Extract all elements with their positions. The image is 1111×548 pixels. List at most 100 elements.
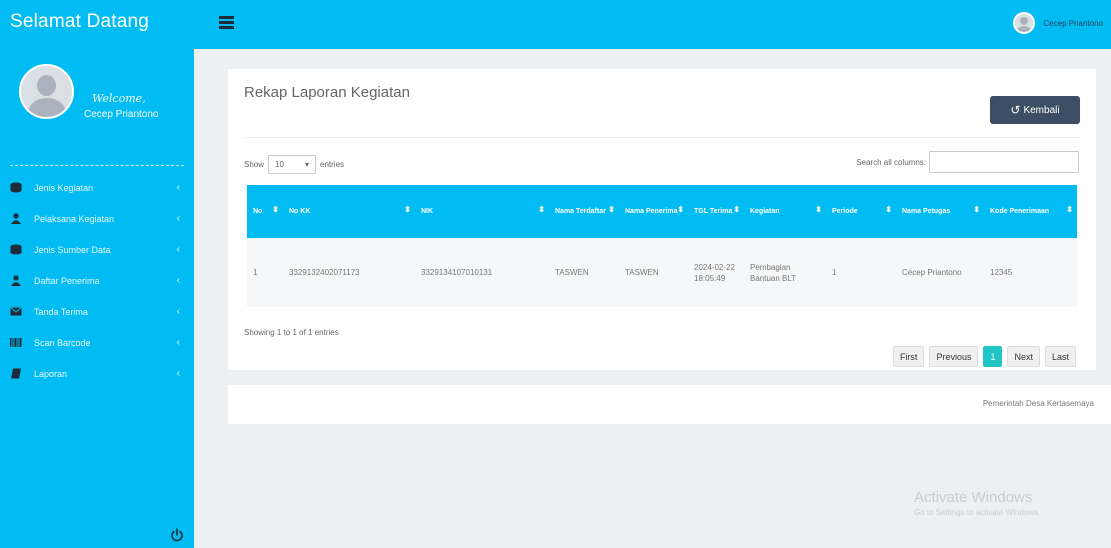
sidebar-profile: Welcome, Cecep Priantono bbox=[10, 56, 184, 166]
table-cell: 3329134107010131 bbox=[421, 268, 493, 277]
chevron-left-icon: ‹ bbox=[176, 182, 180, 193]
pagination: First Previous 1 Next Last bbox=[888, 346, 1076, 367]
table-row: 1 3329132402071173 3329134107010131 TASW… bbox=[247, 238, 1077, 307]
sort-icon: ⬍ bbox=[608, 205, 615, 214]
column-header[interactable]: Nama Penerima ⬍ bbox=[619, 185, 688, 238]
topbar: Cecep Priantono bbox=[194, 0, 1111, 49]
search-label: Search all columns: bbox=[856, 157, 926, 167]
entries-value: 10 bbox=[275, 160, 284, 169]
search-input[interactable] bbox=[929, 151, 1079, 173]
sidebar-item-label: Pelaksana Kegiatan bbox=[34, 213, 115, 224]
main-content: Rekap Laporan Kegiatan ↺ Kembali Show 10… bbox=[194, 49, 1111, 548]
chevron-left-icon: ‹ bbox=[176, 244, 180, 255]
database-icon bbox=[10, 182, 22, 193]
table-cell: 1 bbox=[253, 268, 258, 277]
report-panel: Rekap Laporan Kegiatan ↺ Kembali Show 10… bbox=[228, 69, 1096, 370]
table-cell: 12345 bbox=[990, 268, 1013, 277]
divider bbox=[244, 137, 1080, 138]
chevron-left-icon: ‹ bbox=[176, 368, 180, 379]
column-header[interactable]: Kode Penerimaan ⬍ bbox=[984, 185, 1077, 238]
sidebar-menu: Jenis Kegiatan ‹ Pelaksana Kegiatan ‹ Je… bbox=[0, 172, 194, 389]
barcode-icon bbox=[10, 337, 22, 348]
column-header[interactable]: Nama Terdaftar ⬍ bbox=[549, 185, 619, 238]
column-header[interactable]: Nama Petugas ⬍ bbox=[896, 185, 984, 238]
welcome-text: Welcome, bbox=[92, 92, 146, 105]
column-header[interactable]: No ⬍ bbox=[247, 185, 283, 238]
brand-title[interactable]: Selamat Datang bbox=[0, 0, 194, 56]
avatar bbox=[19, 64, 74, 119]
pagination-previous[interactable]: Previous bbox=[929, 346, 979, 367]
column-header[interactable]: Periode ⬍ bbox=[826, 185, 896, 238]
column-header[interactable]: Kegiatan ⬍ bbox=[744, 185, 826, 238]
table-cell: Pembagian Bantuan BLT bbox=[750, 262, 797, 283]
column-header[interactable]: NIK ⬍ bbox=[415, 185, 549, 238]
page-title: Rekap Laporan Kegiatan bbox=[244, 84, 410, 101]
search-control: Search all columns: bbox=[856, 151, 1079, 173]
database-icon bbox=[10, 244, 22, 255]
pagination-last[interactable]: Last bbox=[1044, 346, 1076, 367]
footer: Pemerintah Desa Kertasemaya bbox=[228, 385, 1111, 424]
sort-icon: ⬍ bbox=[677, 205, 684, 214]
chevron-down-icon: ▾ bbox=[305, 160, 310, 169]
power-icon[interactable] bbox=[170, 528, 184, 542]
sort-icon: ⬍ bbox=[885, 205, 892, 214]
sidebar-item-label: Jenis Kegiatan bbox=[34, 182, 94, 193]
user-menu[interactable]: Cecep Priantono bbox=[1013, 12, 1103, 34]
user-icon bbox=[10, 275, 22, 286]
envelope-icon bbox=[10, 306, 22, 317]
sort-icon: ⬍ bbox=[1066, 205, 1073, 214]
sort-icon: ⬍ bbox=[404, 205, 411, 214]
profile-username: Cecep Priantono bbox=[84, 109, 159, 120]
sidebar-item-pelaksana-kegiatan[interactable]: Pelaksana Kegiatan ‹ bbox=[0, 203, 194, 234]
column-header[interactable]: TGL Terima ⬍ bbox=[688, 185, 744, 238]
sidebar-item-label: Laporan bbox=[34, 368, 68, 379]
table-cell: Cecep Priantono bbox=[902, 268, 962, 277]
sidebar-item-tanda-terima[interactable]: Tanda Terima ‹ bbox=[0, 296, 194, 327]
table-cell: 1 bbox=[832, 268, 837, 277]
back-button-label: Kembali bbox=[1023, 104, 1060, 116]
pagination-current-page[interactable]: 1 bbox=[983, 346, 1003, 367]
pagination-first[interactable]: First bbox=[892, 346, 925, 367]
chevron-left-icon: ‹ bbox=[176, 306, 180, 317]
sort-icon: ⬍ bbox=[733, 205, 740, 214]
sidebar-item-laporan[interactable]: Laporan ‹ bbox=[0, 358, 194, 389]
pagination-next[interactable]: Next bbox=[1007, 346, 1040, 367]
user-name: Cecep Priantono bbox=[1043, 18, 1103, 28]
sidebar-item-label: Scan Barcode bbox=[34, 337, 91, 348]
sort-icon: ⬍ bbox=[973, 205, 980, 214]
table-cell: 3329132402071173 bbox=[289, 268, 360, 277]
sidebar-item-scan-barcode[interactable]: Scan Barcode ‹ bbox=[0, 327, 194, 358]
table-info: Showing 1 to 1 of 1 entries bbox=[244, 328, 339, 337]
chevron-left-icon: ‹ bbox=[176, 213, 180, 224]
avatar bbox=[1013, 12, 1036, 34]
user-icon bbox=[10, 213, 22, 224]
footer-text: Pemerintah Desa Kertasemaya bbox=[982, 399, 1094, 408]
table-cell: TASWEN bbox=[625, 268, 659, 277]
sidebar: Selamat Datang Welcome, Cecep Priantono … bbox=[0, 0, 194, 548]
watermark-subtitle: Go to Settings to activate Windows. bbox=[914, 508, 1041, 517]
column-header[interactable]: No KK ⬍ bbox=[283, 185, 415, 238]
entries-length-control: Show 10 ▾ entries bbox=[244, 155, 344, 174]
sidebar-item-jenis-sumber-data[interactable]: Jenis Sumber Data ‹ bbox=[0, 234, 194, 265]
table-header-row: No ⬍ No KK ⬍ NIK ⬍ Nama Terdaftar ⬍ Nama Pen… bbox=[247, 185, 1077, 238]
hamburger-menu-icon[interactable] bbox=[219, 16, 234, 29]
sidebar-item-label: Daftar Penerima bbox=[34, 275, 100, 286]
entries-select[interactable]: 10 ▾ bbox=[268, 155, 317, 174]
sidebar-item-daftar-penerima[interactable]: Daftar Penerima ‹ bbox=[0, 265, 194, 296]
show-label: Show bbox=[244, 160, 265, 169]
chevron-left-icon: ‹ bbox=[176, 275, 180, 286]
chevron-left-icon: ‹ bbox=[176, 337, 180, 348]
sidebar-item-label: Tanda Terima bbox=[34, 306, 88, 317]
sort-icon: ⬍ bbox=[272, 205, 279, 214]
report-table: No ⬍ No KK ⬍ NIK ⬍ Nama Terdaftar ⬍ Nama Pen… bbox=[247, 185, 1077, 307]
table-cell: TASWEN bbox=[555, 268, 589, 277]
book-icon bbox=[10, 368, 22, 379]
activation-watermark: Activate Windows Go to Settings to activ… bbox=[914, 489, 1040, 517]
watermark-title: Activate Windows bbox=[914, 489, 1033, 506]
sidebar-item-jenis-kegiatan[interactable]: Jenis Kegiatan ‹ bbox=[0, 172, 194, 203]
sort-icon: ⬍ bbox=[538, 205, 545, 214]
undo-icon: ↺ bbox=[1010, 103, 1021, 117]
entries-label: entries bbox=[320, 160, 345, 169]
sidebar-item-label: Jenis Sumber Data bbox=[34, 244, 111, 255]
back-button[interactable]: ↺ Kembali bbox=[990, 96, 1080, 124]
